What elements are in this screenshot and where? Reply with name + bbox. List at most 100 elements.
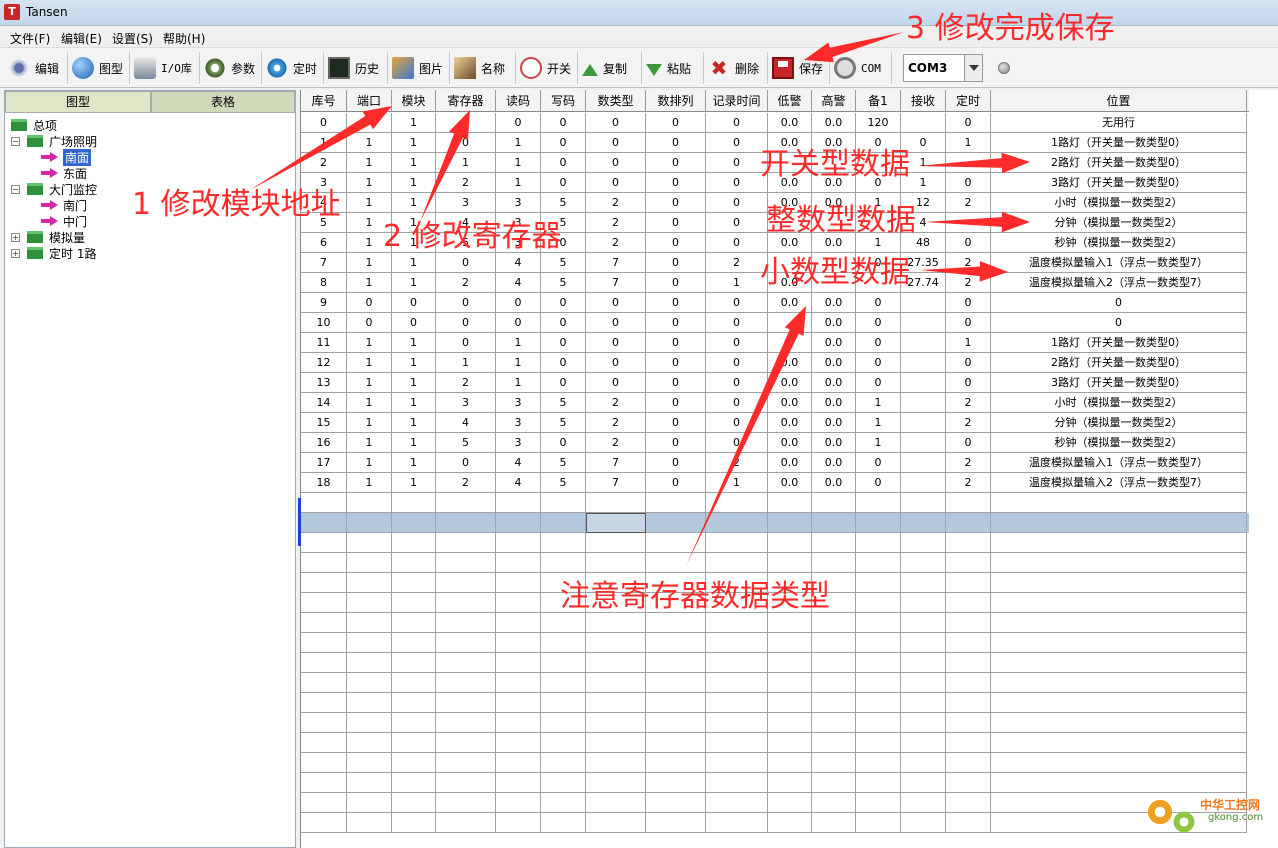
table-cell[interactable] [706, 733, 768, 753]
table-cell[interactable] [856, 693, 901, 713]
table-cell[interactable]: 3 [436, 393, 496, 413]
table-cell[interactable]: 0 [586, 353, 646, 373]
table-cell[interactable] [392, 493, 436, 513]
table-cell[interactable]: 0 [946, 373, 991, 393]
table-cell[interactable]: 0 [856, 333, 901, 353]
table-cell[interactable] [946, 593, 991, 613]
table-cell[interactable]: 0 [646, 373, 706, 393]
table-cell[interactable]: 0 [856, 293, 901, 313]
table-cell[interactable]: 0.0 [812, 353, 856, 373]
table-cell[interactable] [541, 493, 586, 513]
table-cell[interactable] [812, 513, 856, 533]
table-cell[interactable]: 1 [347, 153, 392, 173]
table-cell[interactable] [301, 693, 347, 713]
chevron-down-icon[interactable] [964, 55, 982, 81]
table-cell[interactable]: 0 [991, 313, 1247, 333]
table-cell[interactable]: 3 [496, 433, 541, 453]
table-cell[interactable]: 1 [496, 353, 541, 373]
table-cell[interactable] [586, 793, 646, 813]
table-row[interactable]: 15 1 1 4 3 5 2 0 0 0.0 0.0 1 2 分钟（模拟量一数类型2） [301, 413, 1249, 433]
table-row[interactable]: 0 1 0 0 0 0 0 0 0.0 0.0 120 0 无用行 [301, 113, 1249, 133]
table-cell[interactable] [586, 773, 646, 793]
table-cell[interactable]: 12 [301, 353, 347, 373]
table-cell[interactable] [856, 733, 901, 753]
table-cell[interactable]: 0.0 [812, 473, 856, 493]
menu-edit[interactable]: 编辑(E) [61, 30, 102, 47]
table-cell[interactable]: 0 [706, 193, 768, 213]
table-cell[interactable]: 0 [946, 313, 991, 333]
table-cell[interactable] [541, 613, 586, 633]
table-row[interactable]: 9 0 0 0 0 0 0 0 0 0.0 0.0 0 0 0 [301, 293, 1249, 313]
table-cell[interactable]: 温度模拟量输入1（浮点一数类型7） [991, 253, 1247, 273]
table-cell[interactable]: 2 [946, 413, 991, 433]
table-cell[interactable] [646, 713, 706, 733]
table-cell[interactable]: 1 [347, 273, 392, 293]
table-cell[interactable]: 4 [496, 453, 541, 473]
table-cell[interactable]: 0 [646, 193, 706, 213]
diagram-button[interactable]: 图型 [68, 52, 130, 84]
table-cell[interactable]: 0 [646, 233, 706, 253]
table-cell[interactable]: 5 [541, 453, 586, 473]
tree-item-middle-gate[interactable]: 中门 [41, 213, 87, 229]
table-cell[interactable]: 5 [541, 193, 586, 213]
table-cell[interactable] [392, 733, 436, 753]
table-cell[interactable] [347, 493, 392, 513]
table-cell[interactable]: 1 [856, 393, 901, 413]
table-cell[interactable]: 0.0 [768, 373, 812, 393]
table-cell[interactable]: 0 [946, 233, 991, 253]
table-cell[interactable] [496, 753, 541, 773]
table-cell[interactable] [812, 633, 856, 653]
table-row-selected[interactable] [301, 513, 1249, 533]
table-cell[interactable] [541, 673, 586, 693]
table-cell[interactable] [856, 553, 901, 573]
table-cell[interactable]: 18 [301, 473, 347, 493]
table-cell[interactable]: 无用行 [991, 113, 1247, 133]
table-cell[interactable] [856, 773, 901, 793]
table-cell[interactable]: 小时（模拟量一数类型2） [991, 193, 1247, 213]
edit-button[interactable]: 编辑 [4, 52, 68, 84]
table-cell[interactable]: 1 [946, 133, 991, 153]
table-cell[interactable] [901, 113, 946, 133]
table-cell[interactable] [301, 513, 347, 533]
table-cell[interactable]: 5 [436, 433, 496, 453]
table-cell[interactable] [901, 293, 946, 313]
table-cell[interactable] [706, 653, 768, 673]
table-cell[interactable] [436, 773, 496, 793]
table-cell[interactable]: 0 [706, 433, 768, 453]
table-cell[interactable] [946, 753, 991, 773]
table-cell[interactable] [496, 733, 541, 753]
column-header[interactable]: 数类型 [586, 90, 646, 112]
table-cell[interactable]: 7 [301, 253, 347, 273]
delete-button[interactable]: ✖ 删除 [704, 52, 768, 84]
table-cell[interactable] [347, 813, 392, 833]
copy-button[interactable]: 复制 [578, 52, 642, 84]
table-cell[interactable] [812, 673, 856, 693]
table-cell[interactable]: 1 [392, 413, 436, 433]
table-cell[interactable] [347, 773, 392, 793]
tree-group-gate-monitor[interactable]: 大门监控 [27, 181, 97, 197]
table-cell[interactable]: 1 [392, 273, 436, 293]
table-cell[interactable] [991, 713, 1247, 733]
table-cell[interactable] [946, 713, 991, 733]
table-cell[interactable] [586, 653, 646, 673]
picture-button[interactable]: 图片 [388, 52, 450, 84]
table-cell[interactable] [991, 553, 1247, 573]
table-cell[interactable] [496, 653, 541, 673]
table-row-empty[interactable] [301, 613, 1249, 633]
history-button[interactable]: 历史 [324, 52, 388, 84]
table-cell[interactable]: 1 [347, 333, 392, 353]
table-cell[interactable] [812, 813, 856, 833]
table-cell[interactable]: 0 [946, 353, 991, 373]
table-cell[interactable]: 0 [856, 473, 901, 493]
table-cell[interactable] [436, 613, 496, 633]
table-cell[interactable] [541, 533, 586, 553]
table-row-empty[interactable] [301, 673, 1249, 693]
tree-group-plaza-lighting[interactable]: 广场照明 [27, 133, 97, 149]
collapse-toggle-icon[interactable]: − [11, 185, 20, 194]
table-cell[interactable] [946, 773, 991, 793]
table-cell[interactable] [347, 753, 392, 773]
table-cell[interactable] [812, 733, 856, 753]
table-cell[interactable]: 1 [496, 153, 541, 173]
table-cell[interactable] [901, 353, 946, 373]
table-cell[interactable] [901, 313, 946, 333]
